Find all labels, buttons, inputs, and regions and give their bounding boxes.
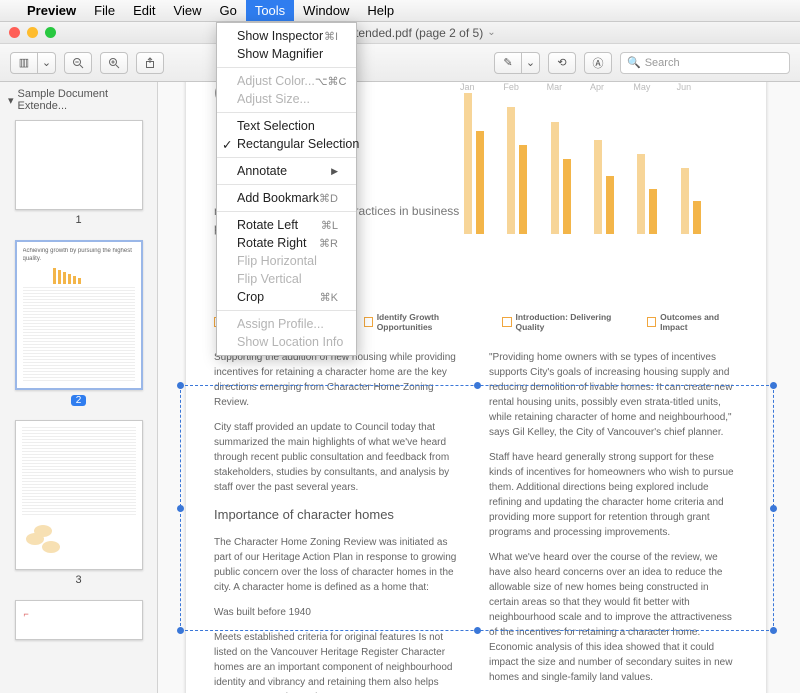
view-mode-button[interactable]: ▥ <box>10 52 38 74</box>
window-controls <box>9 27 56 38</box>
zoom-in-button[interactable] <box>100 52 128 74</box>
sidebar-doc-title[interactable]: ▾ Sample Document Extende... <box>8 88 149 112</box>
disclosure-icon: ▾ <box>8 94 14 107</box>
page-thumbnail-4[interactable]: ⌐ <box>15 600 143 640</box>
menu-rectangular-selection[interactable]: ✓Rectangular Selection <box>217 135 356 153</box>
search-placeholder: Search <box>645 57 680 69</box>
rotate-button[interactable]: ⟲ <box>548 52 576 74</box>
menu-bar: Preview File Edit View Go Tools Window H… <box>0 0 800 22</box>
menu-view[interactable]: View <box>165 0 211 21</box>
menu-show-location: Show Location Info <box>217 333 356 351</box>
menu-edit[interactable]: Edit <box>124 0 164 21</box>
page-thumbnail-3[interactable] <box>15 420 143 570</box>
selection-handle[interactable] <box>177 505 184 512</box>
selection-handle[interactable] <box>770 382 777 389</box>
markup-button[interactable]: Ⓐ <box>584 52 612 74</box>
app-menu[interactable]: Preview <box>18 0 85 21</box>
menu-file[interactable]: File <box>85 0 124 21</box>
menu-window[interactable]: Window <box>294 0 358 21</box>
menu-flip-horizontal: Flip Horizontal <box>217 252 356 270</box>
search-field[interactable]: 🔍 Search <box>620 52 790 74</box>
toolbar: ▥ ⌄ ✎ ⌄ ⟲ Ⓐ 🔍 Search <box>0 44 800 82</box>
selection-handle[interactable] <box>177 382 184 389</box>
page-number-3: 3 <box>8 574 149 586</box>
selection-handle[interactable] <box>770 505 777 512</box>
menu-adjust-color: Adjust Color...⌥⌘C <box>217 72 356 90</box>
tag-item: Outcomes and Impact <box>647 312 738 332</box>
menu-show-inspector[interactable]: Show Inspector⌘I <box>217 27 356 45</box>
title-bar: ument Extended.pdf (page 2 of 5) ⌄ <box>0 22 800 44</box>
tools-dropdown: Show Inspector⌘I Show Magnifier Adjust C… <box>216 22 357 356</box>
thumbnail-sidebar: ▾ Sample Document Extende... 1 Achieving… <box>0 82 158 693</box>
page-thumbnail-1[interactable] <box>15 120 143 210</box>
minimize-window-button[interactable] <box>27 27 38 38</box>
menu-tools[interactable]: Tools <box>246 0 294 21</box>
text-column-right: "Providing home owners with se types of … <box>489 350 738 693</box>
menu-text-selection[interactable]: Text Selection <box>217 117 356 135</box>
close-window-button[interactable] <box>9 27 20 38</box>
highlight-dropdown[interactable]: ⌄ <box>522 52 540 74</box>
tag-item: Introduction: Delivering Quality <box>502 312 627 332</box>
menu-rotate-left[interactable]: Rotate Left⌘L <box>217 216 356 234</box>
share-button[interactable] <box>136 52 164 74</box>
zoom-window-button[interactable] <box>45 27 56 38</box>
search-icon: 🔍 <box>627 56 641 69</box>
menu-assign-profile: Assign Profile... <box>217 315 356 333</box>
page-number-2: 2 <box>71 395 87 406</box>
tag-item: Identify Growth Opportunities <box>364 312 483 332</box>
menu-annotate[interactable]: Annotate▶ <box>217 162 356 180</box>
menu-flip-vertical: Flip Vertical <box>217 270 356 288</box>
menu-crop[interactable]: Crop⌘K <box>217 288 356 306</box>
highlight-button[interactable]: ✎ <box>494 52 522 74</box>
menu-help[interactable]: Help <box>358 0 403 21</box>
title-dropdown-icon[interactable]: ⌄ <box>487 27 495 38</box>
menu-adjust-size: Adjust Size... <box>217 90 356 108</box>
view-mode-dropdown[interactable]: ⌄ <box>38 52 56 74</box>
menu-show-magnifier[interactable]: Show Magnifier <box>217 45 356 63</box>
selection-handle[interactable] <box>177 627 184 634</box>
menu-go[interactable]: Go <box>210 0 245 21</box>
menu-rotate-right[interactable]: Rotate Right⌘R <box>217 234 356 252</box>
zoom-out-button[interactable] <box>64 52 92 74</box>
text-column-left: Supporting the addition of new housing w… <box>214 350 463 693</box>
menu-add-bookmark[interactable]: Add Bookmark⌘D <box>217 189 356 207</box>
bar-chart: JanFebMarAprMayJun <box>452 82 712 252</box>
page-thumbnail-2[interactable]: Achieving growth by pursuing the highest… <box>15 240 143 390</box>
page-number-1: 1 <box>8 214 149 226</box>
selection-handle[interactable] <box>770 627 777 634</box>
